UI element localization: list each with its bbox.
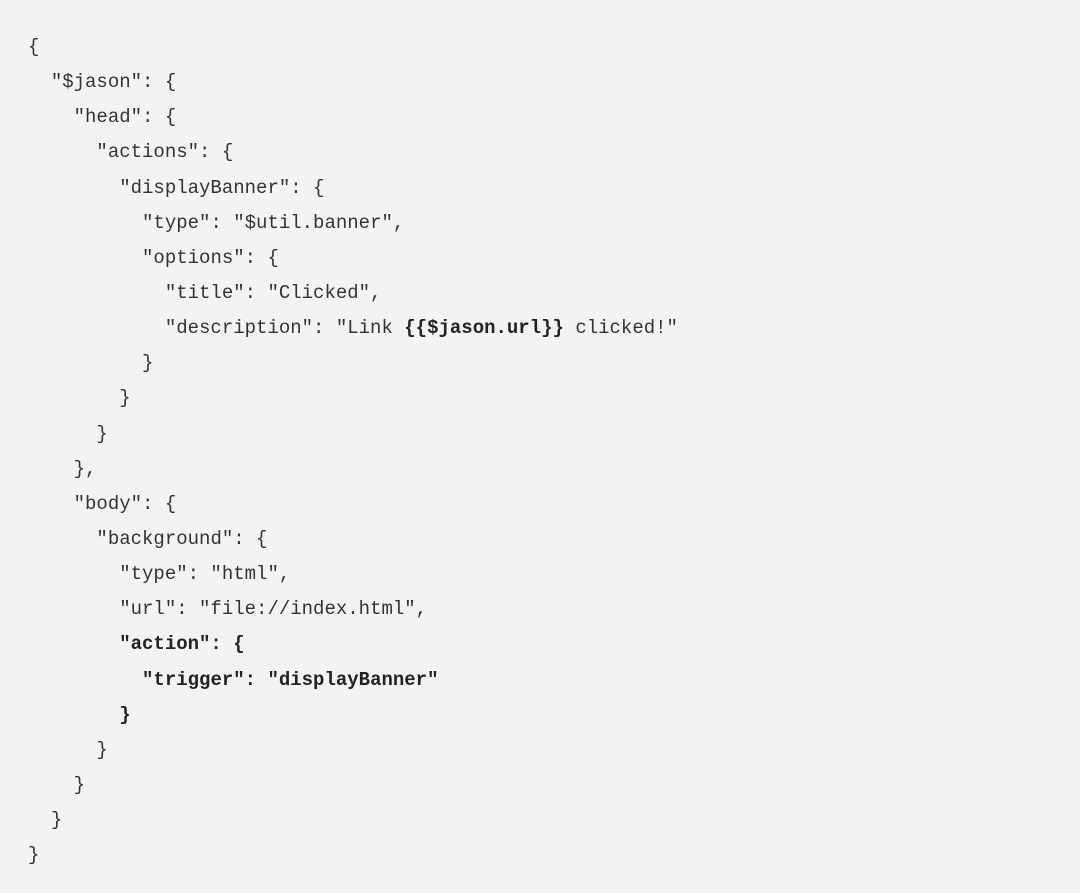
code-text: clicked!"	[564, 317, 678, 339]
code-text: }	[119, 387, 130, 409]
code-text: "head": {	[74, 106, 177, 128]
code-line: "$jason": {	[28, 71, 176, 93]
code-text-bold: "trigger": "displayBanner"	[142, 669, 438, 691]
code-line: "options": {	[28, 247, 279, 269]
code-text-bold: {{$jason.url}}	[404, 317, 564, 339]
code-line: }	[28, 423, 108, 445]
code-text: }	[96, 739, 107, 761]
code-text-bold: "action": {	[119, 633, 244, 655]
code-line: }	[28, 704, 131, 726]
code-line: "description": "Link {{$jason.url}} clic…	[28, 317, 678, 339]
code-line: "trigger": "displayBanner"	[28, 669, 438, 691]
code-text: "type": "html",	[119, 563, 290, 585]
code-line: "displayBanner": {	[28, 177, 324, 199]
code-text: }	[28, 844, 39, 866]
code-text: }	[96, 423, 107, 445]
code-text: }	[51, 809, 62, 831]
code-text: "type": "$util.banner",	[142, 212, 404, 234]
code-line: "type": "html",	[28, 563, 290, 585]
code-line: }	[28, 352, 153, 374]
code-line: }	[28, 774, 85, 796]
code-line: "type": "$util.banner",	[28, 212, 404, 234]
code-text: "url": "file://index.html",	[119, 598, 427, 620]
code-text: }	[142, 352, 153, 374]
code-text: },	[74, 458, 97, 480]
code-line: }	[28, 387, 131, 409]
code-line: },	[28, 458, 96, 480]
code-block: { "$jason": { "head": { "actions": { "di…	[28, 30, 1052, 873]
code-line: "background": {	[28, 528, 267, 550]
code-text: "body": {	[74, 493, 177, 515]
code-line: }	[28, 844, 39, 866]
code-text: "background": {	[96, 528, 267, 550]
code-line: {	[28, 36, 39, 58]
code-text: "description": "Link	[165, 317, 404, 339]
code-text-bold: }	[119, 704, 130, 726]
code-line: "action": {	[28, 633, 245, 655]
code-line: "body": {	[28, 493, 176, 515]
code-text: "title": "Clicked",	[165, 282, 382, 304]
code-text: "displayBanner": {	[119, 177, 324, 199]
code-line: }	[28, 739, 108, 761]
code-line: }	[28, 809, 62, 831]
code-line: "actions": {	[28, 141, 233, 163]
code-line: "head": {	[28, 106, 176, 128]
code-text: "options": {	[142, 247, 279, 269]
code-text: "actions": {	[96, 141, 233, 163]
code-text: {	[28, 36, 39, 58]
code-line: "url": "file://index.html",	[28, 598, 427, 620]
code-line: "title": "Clicked",	[28, 282, 381, 304]
code-text: }	[74, 774, 85, 796]
code-text: "$jason": {	[51, 71, 176, 93]
